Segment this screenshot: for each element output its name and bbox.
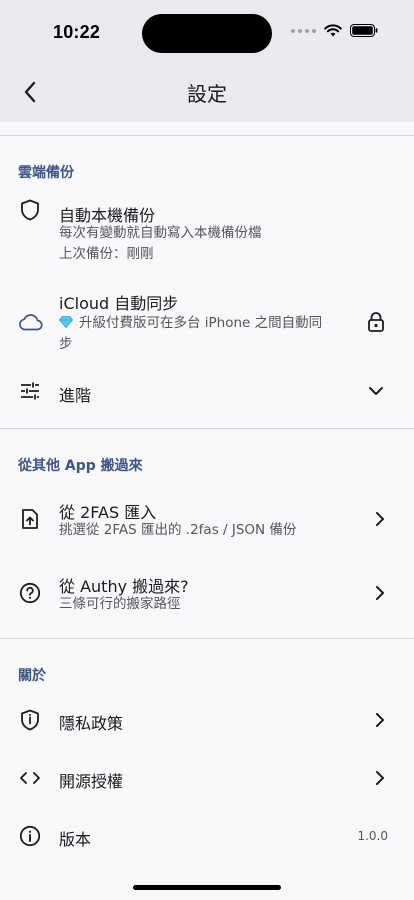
file-upload-icon xyxy=(18,507,42,531)
version-value: 1.0.0 xyxy=(357,829,388,843)
open-source-licenses-title: 開源授權 xyxy=(59,772,124,791)
section-header-migrate: 從其他 App 搬過來 xyxy=(18,458,143,474)
lock-icon xyxy=(364,310,388,334)
chevron-right-icon xyxy=(368,708,392,732)
code-icon xyxy=(18,766,42,790)
privacy-shield-icon xyxy=(18,708,42,732)
chevron-down-icon[interactable] xyxy=(364,379,388,403)
chevron-right-icon xyxy=(368,581,392,605)
version-row: 版本 1.0.0 xyxy=(0,812,414,862)
signal-dots-icon xyxy=(291,28,316,33)
status-bar: 10:22 xyxy=(0,0,414,62)
privacy-policy-title: 隱私政策 xyxy=(59,714,124,733)
authy-migrate-row[interactable]: 從 Authy 搬過來? 三條可行的搬家路徑 xyxy=(0,562,414,624)
section-header-cloud-backup: 雲端備份 xyxy=(18,165,74,181)
icloud-sync-title: iCloud 自動同步 xyxy=(59,294,179,313)
advanced-title: 進階 xyxy=(59,386,92,405)
help-circle-icon xyxy=(18,581,42,605)
import-2fas-row[interactable]: 從 2FAS 匯入 挑選從 2FAS 匯出的 .2fas / JSON 備份 xyxy=(0,488,414,550)
icloud-sync-desc-line1: 升級付費版可在多台 iPhone 之間自動同 xyxy=(79,315,323,331)
status-time: 10:22 xyxy=(53,22,101,42)
advanced-row[interactable]: 進階 xyxy=(0,366,414,416)
chevron-right-icon xyxy=(368,507,392,531)
auto-local-backup-desc: 每次有變動就自動寫入本機備份檔 xyxy=(59,225,262,241)
divider xyxy=(0,638,414,639)
chevron-right-icon xyxy=(368,766,392,790)
page-title: 設定 xyxy=(187,82,227,106)
info-icon xyxy=(18,824,42,848)
import-2fas-desc: 挑選從 2FAS 匯出的 .2fas / JSON 備份 xyxy=(59,522,297,538)
home-indicator xyxy=(133,885,281,890)
battery-icon xyxy=(350,24,378,37)
version-title: 版本 xyxy=(59,830,92,849)
icloud-sync-desc-line2: 步 xyxy=(59,336,73,352)
shield-icon xyxy=(18,198,42,222)
icloud-sync-desc: 升級付費版可在多台 iPhone 之間自動同步 xyxy=(58,313,359,355)
divider xyxy=(0,428,414,429)
status-icons xyxy=(291,24,378,37)
privacy-policy-row[interactable]: 隱私政策 xyxy=(0,696,414,746)
dynamic-island xyxy=(142,14,272,53)
diamond-icon xyxy=(58,316,74,329)
wifi-icon xyxy=(324,24,342,37)
icloud-sync-row[interactable]: iCloud 自動同步 升級付費版可在多台 iPhone 之間自動同步 xyxy=(0,280,414,360)
nav-bar: 設定 xyxy=(0,62,414,122)
authy-migrate-desc: 三條可行的搬家路徑 xyxy=(59,596,181,612)
section-header-about: 關於 xyxy=(18,668,46,684)
cloud-icon xyxy=(17,310,43,334)
tune-icon xyxy=(18,379,42,403)
auto-local-backup-row[interactable]: 自動本機備份 每次有變動就自動寫入本機備份檔 上次備份：剛剛 xyxy=(0,190,414,270)
open-source-licenses-row[interactable]: 開源授權 xyxy=(0,754,414,804)
divider xyxy=(0,135,414,136)
last-backup-text: 上次備份：剛剛 xyxy=(59,246,154,262)
